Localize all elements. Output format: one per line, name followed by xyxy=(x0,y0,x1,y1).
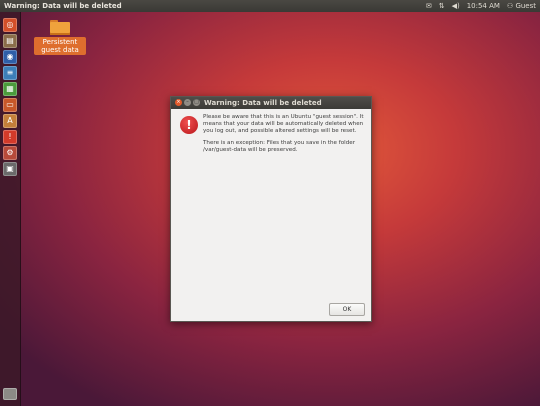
folder-icon xyxy=(50,20,70,35)
top-panel: Warning: Data will be deleted ✉ ⇅ ◀) 10:… xyxy=(0,0,540,12)
launcher-software-center-icon[interactable]: A xyxy=(3,114,17,128)
minimize-icon[interactable]: – xyxy=(184,99,191,106)
user-icon: ⚇ xyxy=(506,2,514,10)
user-name: Guest xyxy=(515,2,536,10)
user-menu[interactable]: ⚇ Guest xyxy=(507,0,536,12)
error-icon: ! xyxy=(180,116,198,134)
maximize-icon[interactable]: □ xyxy=(193,99,200,106)
ok-button[interactable]: OK xyxy=(329,303,365,316)
message-paragraph-1: Please be aware that this is an Ubuntu "… xyxy=(203,114,364,134)
launcher-firefox-icon[interactable]: ◉ xyxy=(3,50,17,64)
clock[interactable]: 10:54 AM xyxy=(467,0,500,12)
launcher-impress-icon[interactable]: ▭ xyxy=(3,98,17,112)
dialog-title: Warning: Data will be deleted xyxy=(204,99,322,107)
launcher-calc-icon[interactable]: ▦ xyxy=(3,82,17,96)
mail-icon[interactable]: ✉ xyxy=(426,0,432,12)
trash-icon[interactable] xyxy=(3,388,17,400)
desktop-folder-persistent-guest-data[interactable]: Persistent guest data xyxy=(34,20,86,55)
dialog-titlebar[interactable]: × – □ Warning: Data will be deleted xyxy=(171,97,371,109)
launcher-workspaces-icon[interactable]: ▣ xyxy=(3,162,17,176)
desktop-folder-label: Persistent guest data xyxy=(34,37,86,55)
launcher-dash-home-icon[interactable]: ◎ xyxy=(3,18,17,32)
launcher: ◎ ▤ ◉ ≡ ▦ ▭ A! ⚙ ▣ xyxy=(0,12,21,406)
dialog-message: Please be aware that this is an Ubuntu "… xyxy=(203,114,365,159)
indicator-area: ✉ ⇅ ◀) 10:54 AM ⚇ Guest xyxy=(426,0,536,12)
launcher-writer-icon[interactable]: ≡ xyxy=(3,66,17,80)
launcher-update-warning-icon[interactable]: ! xyxy=(3,130,17,144)
launcher-files-icon[interactable]: ▤ xyxy=(3,34,17,48)
launcher-settings-icon[interactable]: ⚙ xyxy=(3,146,17,160)
warning-dialog: × – □ Warning: Data will be deleted ! Pl… xyxy=(170,96,372,322)
volume-icon[interactable]: ◀) xyxy=(452,0,460,12)
message-paragraph-2: There is an exception: Files that you sa… xyxy=(203,140,355,153)
active-window-title: Warning: Data will be deleted xyxy=(4,2,122,10)
close-icon[interactable]: × xyxy=(175,99,182,106)
network-icon[interactable]: ⇅ xyxy=(439,0,445,12)
